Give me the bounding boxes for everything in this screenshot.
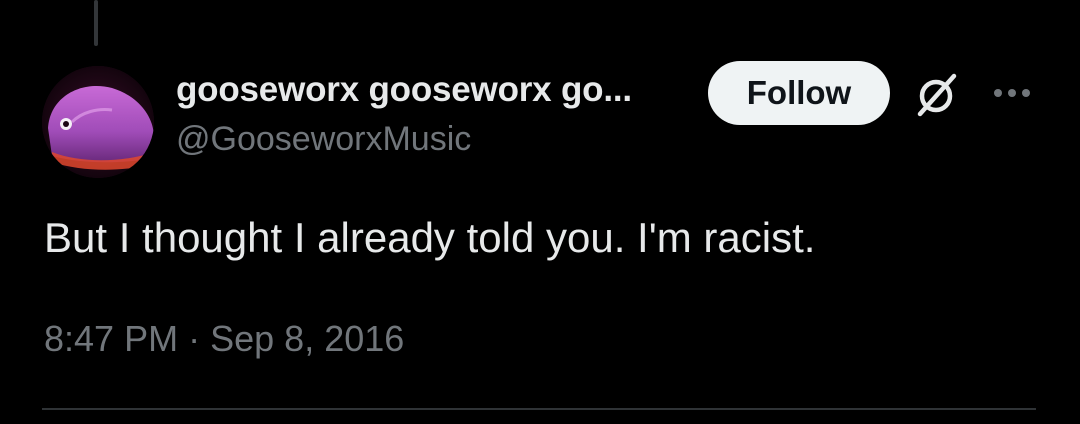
tweet-meta: 8:47 PM · Sep 8, 2016 — [44, 318, 404, 360]
tweet-date[interactable]: Sep 8, 2016 — [210, 318, 404, 359]
divider — [42, 408, 1036, 410]
grok-slash-icon[interactable] — [912, 72, 962, 118]
follow-button[interactable]: Follow — [708, 61, 890, 125]
thread-connector-line — [94, 0, 98, 46]
more-dots-icon[interactable] — [990, 78, 1034, 108]
meta-separator: · — [188, 318, 201, 359]
tweet-time[interactable]: 8:47 PM — [44, 318, 178, 359]
avatar[interactable] — [42, 66, 154, 178]
pink-creature-avatar-icon — [42, 66, 154, 178]
author-handle[interactable]: @GooseworxMusic — [176, 120, 471, 159]
author-display-name[interactable]: gooseworx gooseworx go... — [176, 70, 632, 110]
tweet-text: But I thought I already told you. I'm ra… — [44, 214, 816, 261]
